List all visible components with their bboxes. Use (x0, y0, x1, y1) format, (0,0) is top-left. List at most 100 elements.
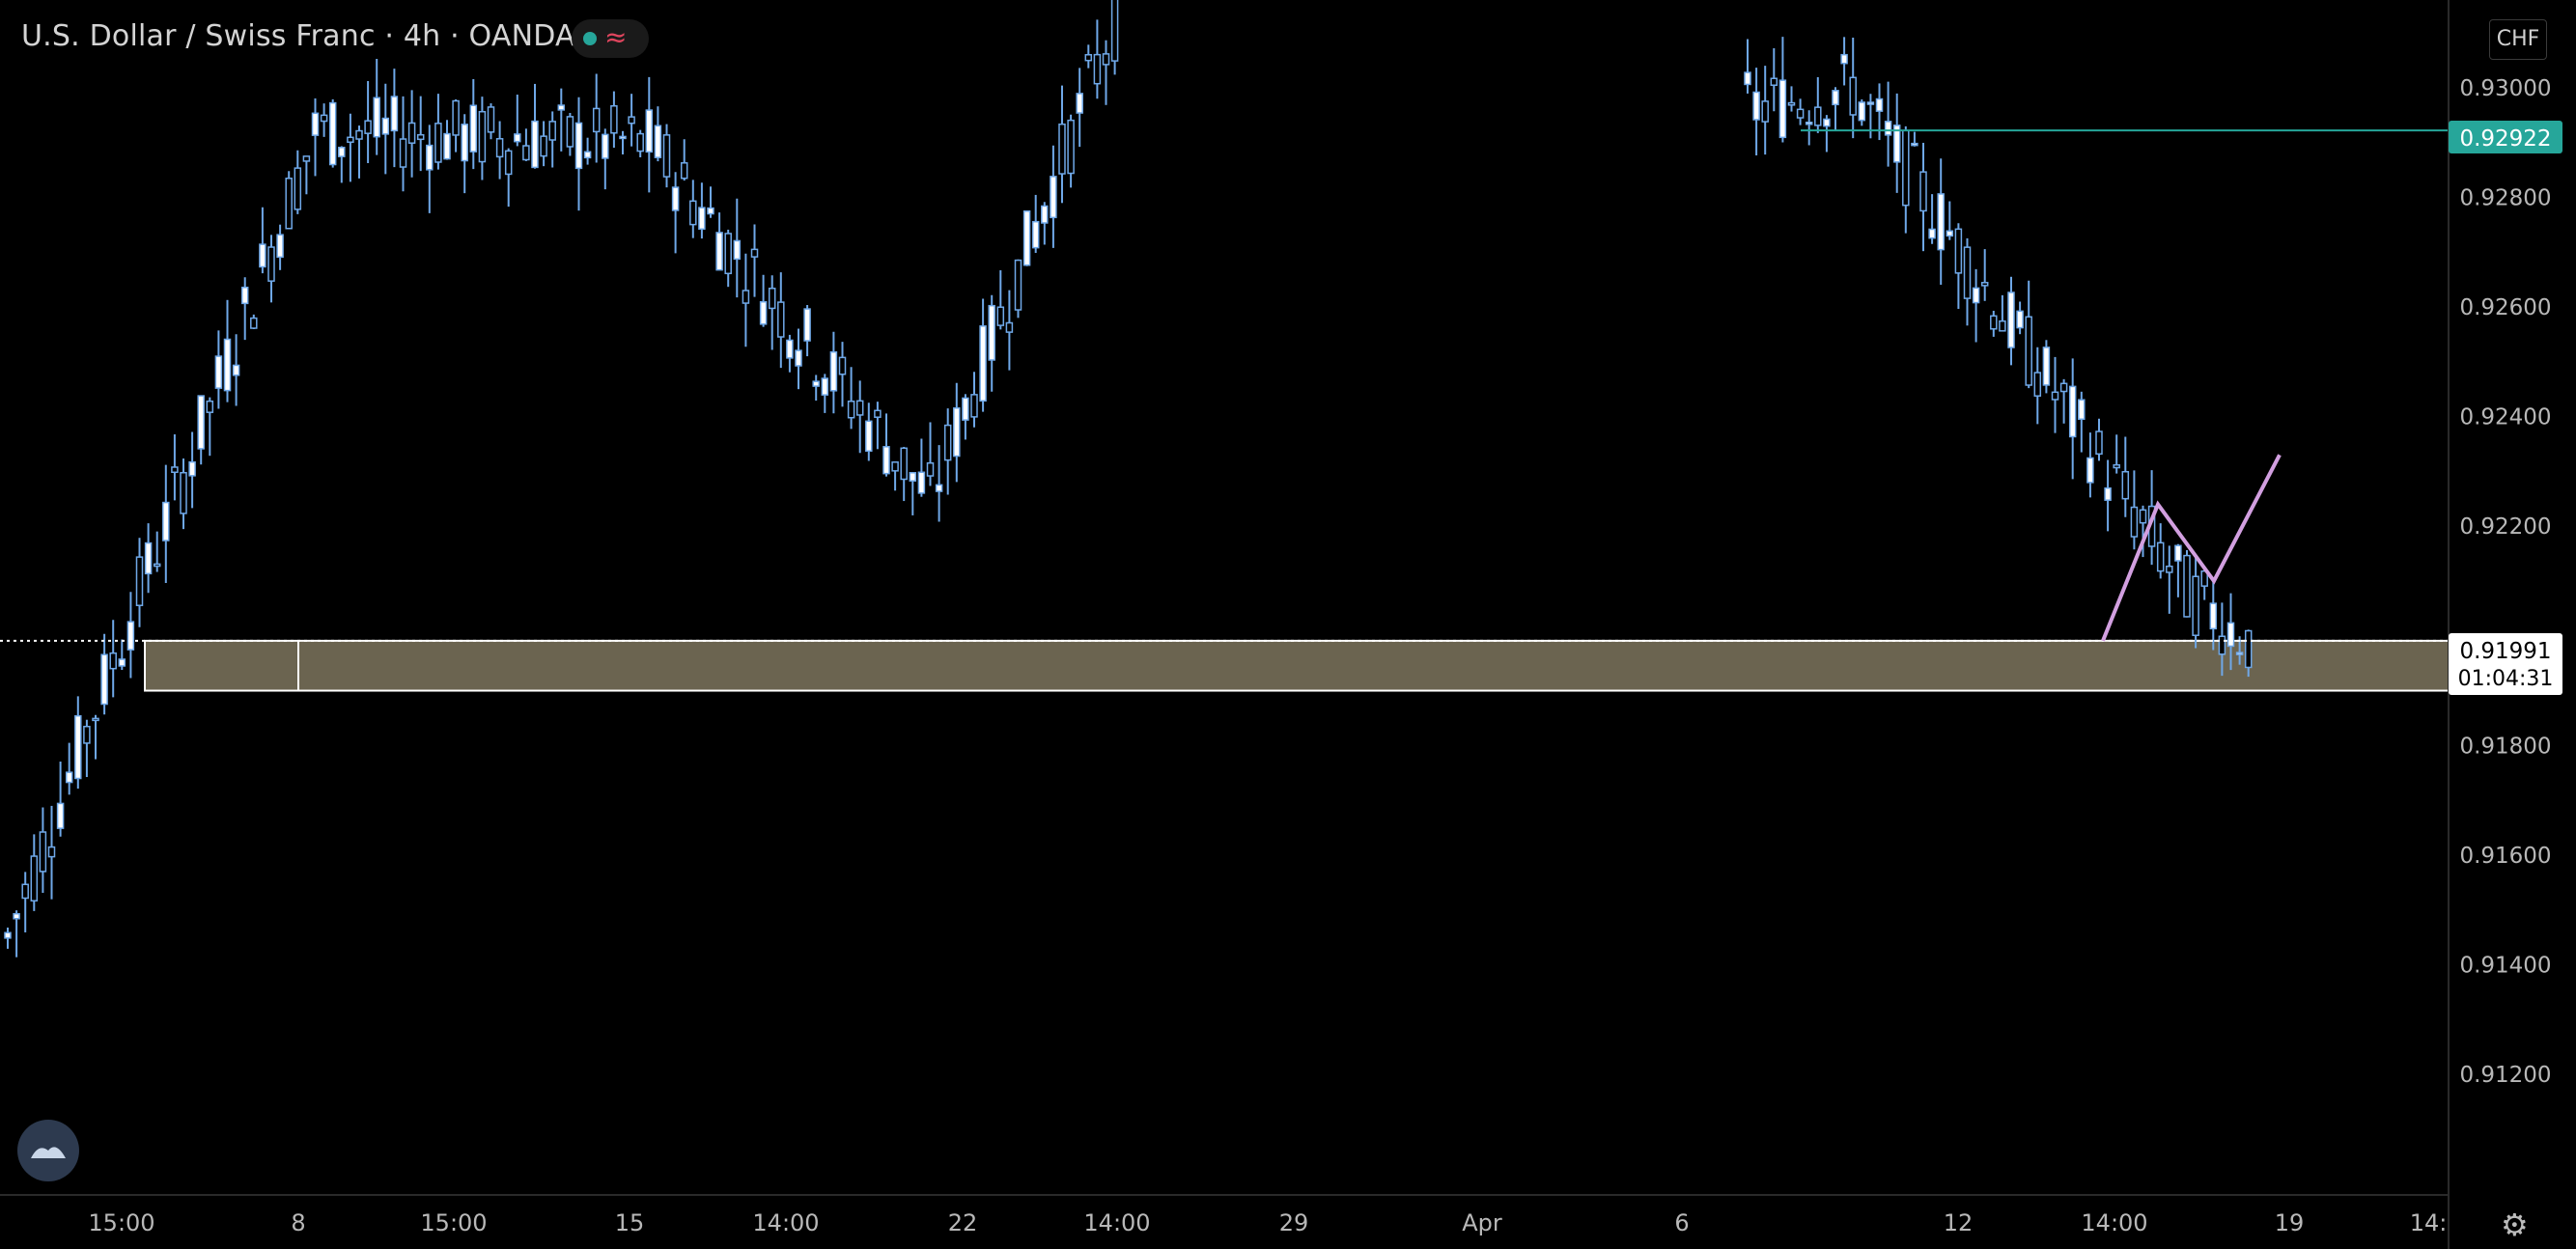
candle-body (232, 364, 240, 376)
candle-body (1110, 0, 1119, 62)
candle-body (416, 133, 425, 141)
candle-body (962, 397, 969, 421)
candle-body (30, 855, 39, 902)
price-tick-label: 0.93000 (2459, 76, 2551, 101)
candle-body (2130, 506, 2139, 538)
candle-body (223, 338, 232, 392)
projection-path[interactable] (2101, 454, 2282, 642)
candle-body (135, 556, 144, 606)
candle-body (240, 286, 249, 305)
candle-body (2235, 652, 2244, 655)
support-zone[interactable] (144, 639, 2450, 692)
price-tick-label: 0.91600 (2459, 844, 2551, 869)
candle-body (566, 116, 574, 148)
candle-body (1999, 319, 2006, 332)
time-tick-label: 19 (2275, 1209, 2305, 1236)
candle-body (118, 658, 126, 667)
candle-body (338, 147, 346, 157)
time-tick-label: 14:00 (752, 1209, 819, 1236)
candle-body (2139, 509, 2147, 524)
market-status-icon[interactable]: ≈ (572, 19, 649, 58)
candle-body (144, 541, 153, 575)
candle-body (1858, 101, 1866, 122)
price-chart[interactable]: 0.93000 0.92800 0.92600 0.92400 0.92200 0.918… (0, 0, 2576, 1249)
candle-body (461, 124, 468, 162)
candle-body (381, 117, 390, 135)
candle-body (1937, 193, 1945, 251)
candle-body (1946, 230, 1954, 237)
candle-body (180, 471, 187, 514)
candle-body (574, 122, 583, 170)
candle-body (1084, 53, 1093, 62)
currency-button[interactable]: CHF (2489, 19, 2547, 60)
candle-body (602, 133, 609, 159)
candles (4, 0, 2253, 958)
candle-body (891, 461, 899, 472)
candle-body (197, 395, 205, 450)
candle-body (619, 135, 627, 140)
candle-body (662, 134, 671, 178)
time-tick-label: 14:00 (1083, 1209, 1150, 1236)
candle-body (2042, 347, 2051, 386)
candle-body (434, 123, 442, 163)
candle-body (1840, 53, 1848, 65)
candle-body (979, 325, 987, 402)
wave-icon: ≈ (604, 21, 628, 53)
candle-body (2078, 399, 2086, 421)
candle-body (1866, 101, 1875, 105)
candle-body (1102, 53, 1110, 66)
time-tick-label: 15:00 (420, 1209, 487, 1236)
candle-body (1744, 71, 1751, 86)
candle-body (628, 116, 635, 125)
gear-icon[interactable]: ⚙ (2501, 1207, 2529, 1243)
time-tick-label: 29 (1279, 1209, 1309, 1236)
candle-body (750, 248, 759, 258)
candle-body (1014, 259, 1022, 311)
candle-body (759, 300, 768, 325)
candle-body (2025, 316, 2032, 386)
candle-body (917, 471, 926, 494)
candle-body (162, 501, 170, 541)
candle-body (250, 317, 258, 329)
candle-body (2226, 622, 2235, 648)
time-tick-label: 15:00 (88, 1209, 154, 1236)
candle-body (1875, 97, 1884, 112)
candle-body (812, 380, 820, 387)
candle-body (953, 407, 961, 458)
candle-body (724, 233, 732, 275)
candle-body (777, 301, 785, 338)
candle-body (795, 349, 802, 367)
tradingview-logo-icon[interactable] (17, 1120, 79, 1181)
candle-body (786, 339, 794, 359)
candle-body (2033, 372, 2042, 397)
candle-body (707, 207, 714, 215)
candle-body (583, 151, 592, 159)
symbol-title[interactable]: U.S. Dollar / Swiss Franc · 4h · OANDA (21, 19, 575, 53)
candle-body (153, 563, 161, 568)
candle-body (1058, 123, 1066, 175)
candle-body (882, 446, 890, 475)
candle-body (294, 167, 302, 210)
candle-body (742, 290, 750, 304)
candle-body (935, 484, 943, 492)
candle-body (478, 110, 487, 163)
candle-body (1005, 321, 1014, 333)
candle-body (347, 136, 354, 144)
candle-body (1849, 76, 1857, 116)
candle-body (171, 466, 179, 474)
time-tick-label: 12 (1944, 1209, 1974, 1236)
candle-body (1752, 91, 1760, 121)
candle-body (1928, 228, 1936, 239)
candle-body (1832, 90, 1839, 106)
candle-body (92, 717, 99, 722)
candle-body (311, 112, 320, 136)
time-axis[interactable]: 15:00 8 15:00 15 14:00 22 14:00 29 Apr 6 12 14:00 19… (88, 1209, 2447, 1236)
candle-body (2174, 544, 2182, 562)
candle-body (83, 725, 91, 744)
candle-body (1770, 77, 1778, 86)
price-axis[interactable]: 0.93000 0.92800 0.92600 0.92400 0.92200 0.918… (2459, 76, 2551, 1088)
candle-body (2192, 575, 2199, 636)
candle-body (531, 120, 539, 169)
candle-body (1031, 220, 1040, 249)
time-tick-label: 8 (291, 1209, 305, 1236)
